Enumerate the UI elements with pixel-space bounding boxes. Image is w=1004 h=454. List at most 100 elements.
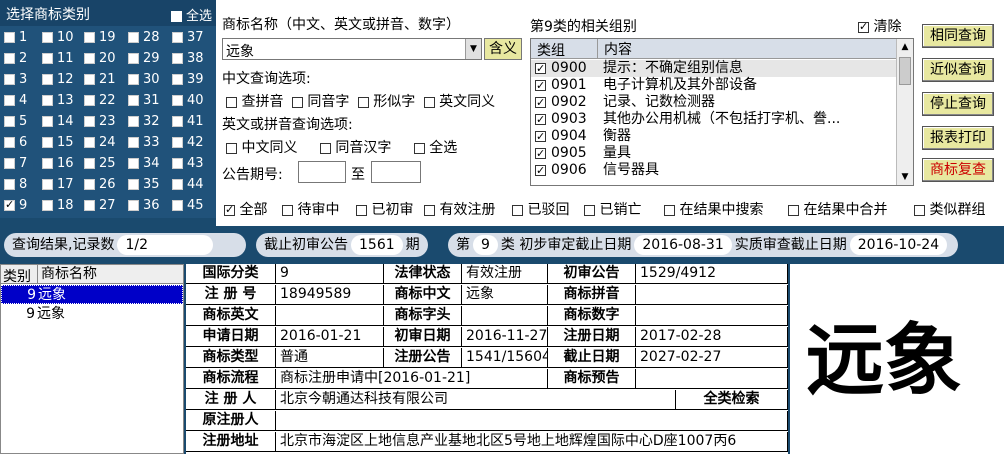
category-checkbox-19[interactable]: 19: [84, 30, 116, 45]
group-row[interactable]: 0906信号器具: [531, 162, 897, 179]
similar-search-button[interactable]: 近似查询: [922, 58, 994, 82]
cn-option[interactable]: 查拼音: [226, 94, 283, 110]
category-checkbox-37[interactable]: 37: [172, 30, 204, 45]
cn-option[interactable]: 英文同义: [423, 94, 495, 110]
category-checkbox-11[interactable]: 11: [42, 51, 74, 66]
category-checkbox-4[interactable]: 4: [4, 93, 27, 108]
select-all-checkbox[interactable]: 全选: [170, 5, 212, 24]
en-option[interactable]: 中文同义: [226, 140, 297, 156]
group-row[interactable]: 0901电子计算机及其外部设备: [531, 77, 897, 94]
filter-initial[interactable]: 已初审: [356, 199, 413, 219]
detail-registrant: 北京今朝通达科技有限公司: [276, 390, 676, 410]
group-checkbox[interactable]: [535, 78, 546, 94]
stop-search-button[interactable]: 停止查询: [922, 92, 994, 116]
category-checkbox-14[interactable]: 14: [42, 114, 74, 129]
category-checkbox-7[interactable]: 7: [4, 156, 27, 171]
scroll-down-icon[interactable]: ▼: [897, 169, 913, 185]
category-checkbox-28[interactable]: 28: [128, 30, 160, 45]
group-row[interactable]: 0904衡器: [531, 128, 897, 145]
category-checkbox-18[interactable]: 18: [42, 198, 74, 213]
category-checkbox-45[interactable]: 45: [172, 198, 204, 213]
category-checkbox-25[interactable]: 25: [84, 156, 116, 171]
filter-all[interactable]: 全部: [224, 199, 267, 219]
exact-search-button[interactable]: 相同查询: [922, 24, 994, 48]
group-checkbox[interactable]: [535, 129, 546, 145]
all-class-search-button[interactable]: 全类检索: [676, 390, 788, 410]
category-checkbox-1[interactable]: 1: [4, 30, 27, 45]
category-checkbox-20[interactable]: 20: [84, 51, 116, 66]
group-checkbox[interactable]: [535, 163, 546, 179]
scrollbar[interactable]: ▲ ▼: [896, 39, 913, 185]
category-checkbox-34[interactable]: 34: [128, 156, 160, 171]
group-row[interactable]: 0900提示：不确定组别信息: [531, 60, 897, 77]
category-checkbox-30[interactable]: 30: [128, 72, 160, 87]
category-checkbox-5[interactable]: 5: [4, 114, 27, 129]
category-checkbox-3[interactable]: 3: [4, 72, 27, 87]
category-checkbox-29[interactable]: 29: [128, 51, 160, 66]
chevron-down-icon[interactable]: ▼: [465, 39, 481, 59]
category-checkbox-6[interactable]: 6: [4, 135, 27, 150]
filter-pending[interactable]: 待审中: [282, 199, 339, 219]
category-checkbox-42[interactable]: 42: [172, 135, 204, 150]
filter-rejected[interactable]: 已驳回: [512, 199, 569, 219]
category-checkbox-38[interactable]: 38: [172, 51, 204, 66]
category-checkbox-17[interactable]: 17: [42, 177, 74, 192]
category-checkbox-39[interactable]: 39: [172, 72, 204, 87]
category-checkbox-26[interactable]: 26: [84, 177, 116, 192]
category-checkbox-21[interactable]: 21: [84, 72, 116, 87]
category-checkbox-9[interactable]: 9: [4, 198, 27, 213]
group-checkbox[interactable]: [535, 112, 546, 128]
group-checkbox[interactable]: [535, 95, 546, 111]
recheck-button[interactable]: 商标复查: [922, 158, 994, 182]
category-checkbox-44[interactable]: 44: [172, 177, 204, 192]
category-checkbox-12[interactable]: 12: [42, 72, 74, 87]
group-row[interactable]: 0902记录、记数检测器: [531, 94, 897, 111]
category-checkbox-27[interactable]: 27: [84, 198, 116, 213]
category-checkbox-10[interactable]: 10: [42, 30, 74, 45]
meaning-button[interactable]: 含义: [484, 38, 522, 60]
pub-to-input[interactable]: [371, 161, 421, 183]
category-checkbox-22[interactable]: 22: [84, 93, 116, 108]
detail-reg-no: 18949589: [276, 285, 384, 305]
en-option[interactable]: 全选: [413, 140, 457, 156]
groups-header: 类组 内容: [531, 39, 897, 59]
group-checkbox[interactable]: [535, 61, 546, 77]
category-checkbox-2[interactable]: 2: [4, 51, 27, 66]
category-checkbox-23[interactable]: 23: [84, 114, 116, 129]
col-content: 内容: [597, 39, 632, 59]
scroll-thumb[interactable]: [899, 57, 911, 85]
filter-merge-results[interactable]: 在结果中合并: [788, 199, 887, 219]
category-checkbox-43[interactable]: 43: [172, 156, 204, 171]
category-checkbox-33[interactable]: 33: [128, 135, 160, 150]
scroll-up-icon[interactable]: ▲: [897, 39, 913, 55]
filter-valid[interactable]: 有效注册: [424, 199, 495, 219]
category-checkbox-13[interactable]: 13: [42, 93, 74, 108]
category-checkbox-35[interactable]: 35: [128, 177, 160, 192]
en-option[interactable]: 同音汉字: [319, 140, 391, 156]
category-checkbox-40[interactable]: 40: [172, 93, 204, 108]
category-checkbox-24[interactable]: 24: [84, 135, 116, 150]
category-checkbox-36[interactable]: 36: [128, 198, 160, 213]
result-list: 类别 商标名称 9 远象 9 远象: [0, 264, 184, 454]
results-count: 查询结果,记录数 1/2: [4, 233, 246, 257]
result-row[interactable]: 9 远象: [1, 305, 183, 324]
category-checkbox-8[interactable]: 8: [4, 177, 27, 192]
group-row[interactable]: 0905量具: [531, 145, 897, 162]
filter-dead[interactable]: 已销亡: [584, 199, 641, 219]
category-checkbox-41[interactable]: 41: [172, 114, 204, 129]
clear-checkbox[interactable]: 清除: [858, 16, 901, 36]
filter-similar-group[interactable]: 类似群组: [914, 199, 985, 219]
cn-option[interactable]: 形似字: [357, 94, 415, 110]
category-checkbox-32[interactable]: 32: [128, 114, 160, 129]
filter-search-in-results[interactable]: 在结果中搜索: [664, 199, 763, 219]
cn-option[interactable]: 同音字: [291, 94, 349, 110]
result-row[interactable]: 9 远象: [1, 285, 183, 304]
category-checkbox-15[interactable]: 15: [42, 135, 74, 150]
category-checkbox-31[interactable]: 31: [128, 93, 160, 108]
pub-from-input[interactable]: [298, 161, 346, 183]
category-checkbox-16[interactable]: 16: [42, 156, 74, 171]
print-report-button[interactable]: 报表打印: [922, 126, 994, 150]
name-combobox[interactable]: 远象 ▼: [222, 38, 482, 60]
group-row[interactable]: 0903其他办公用机械（不包括打字机、誊...: [531, 111, 897, 128]
group-checkbox[interactable]: [535, 146, 546, 162]
